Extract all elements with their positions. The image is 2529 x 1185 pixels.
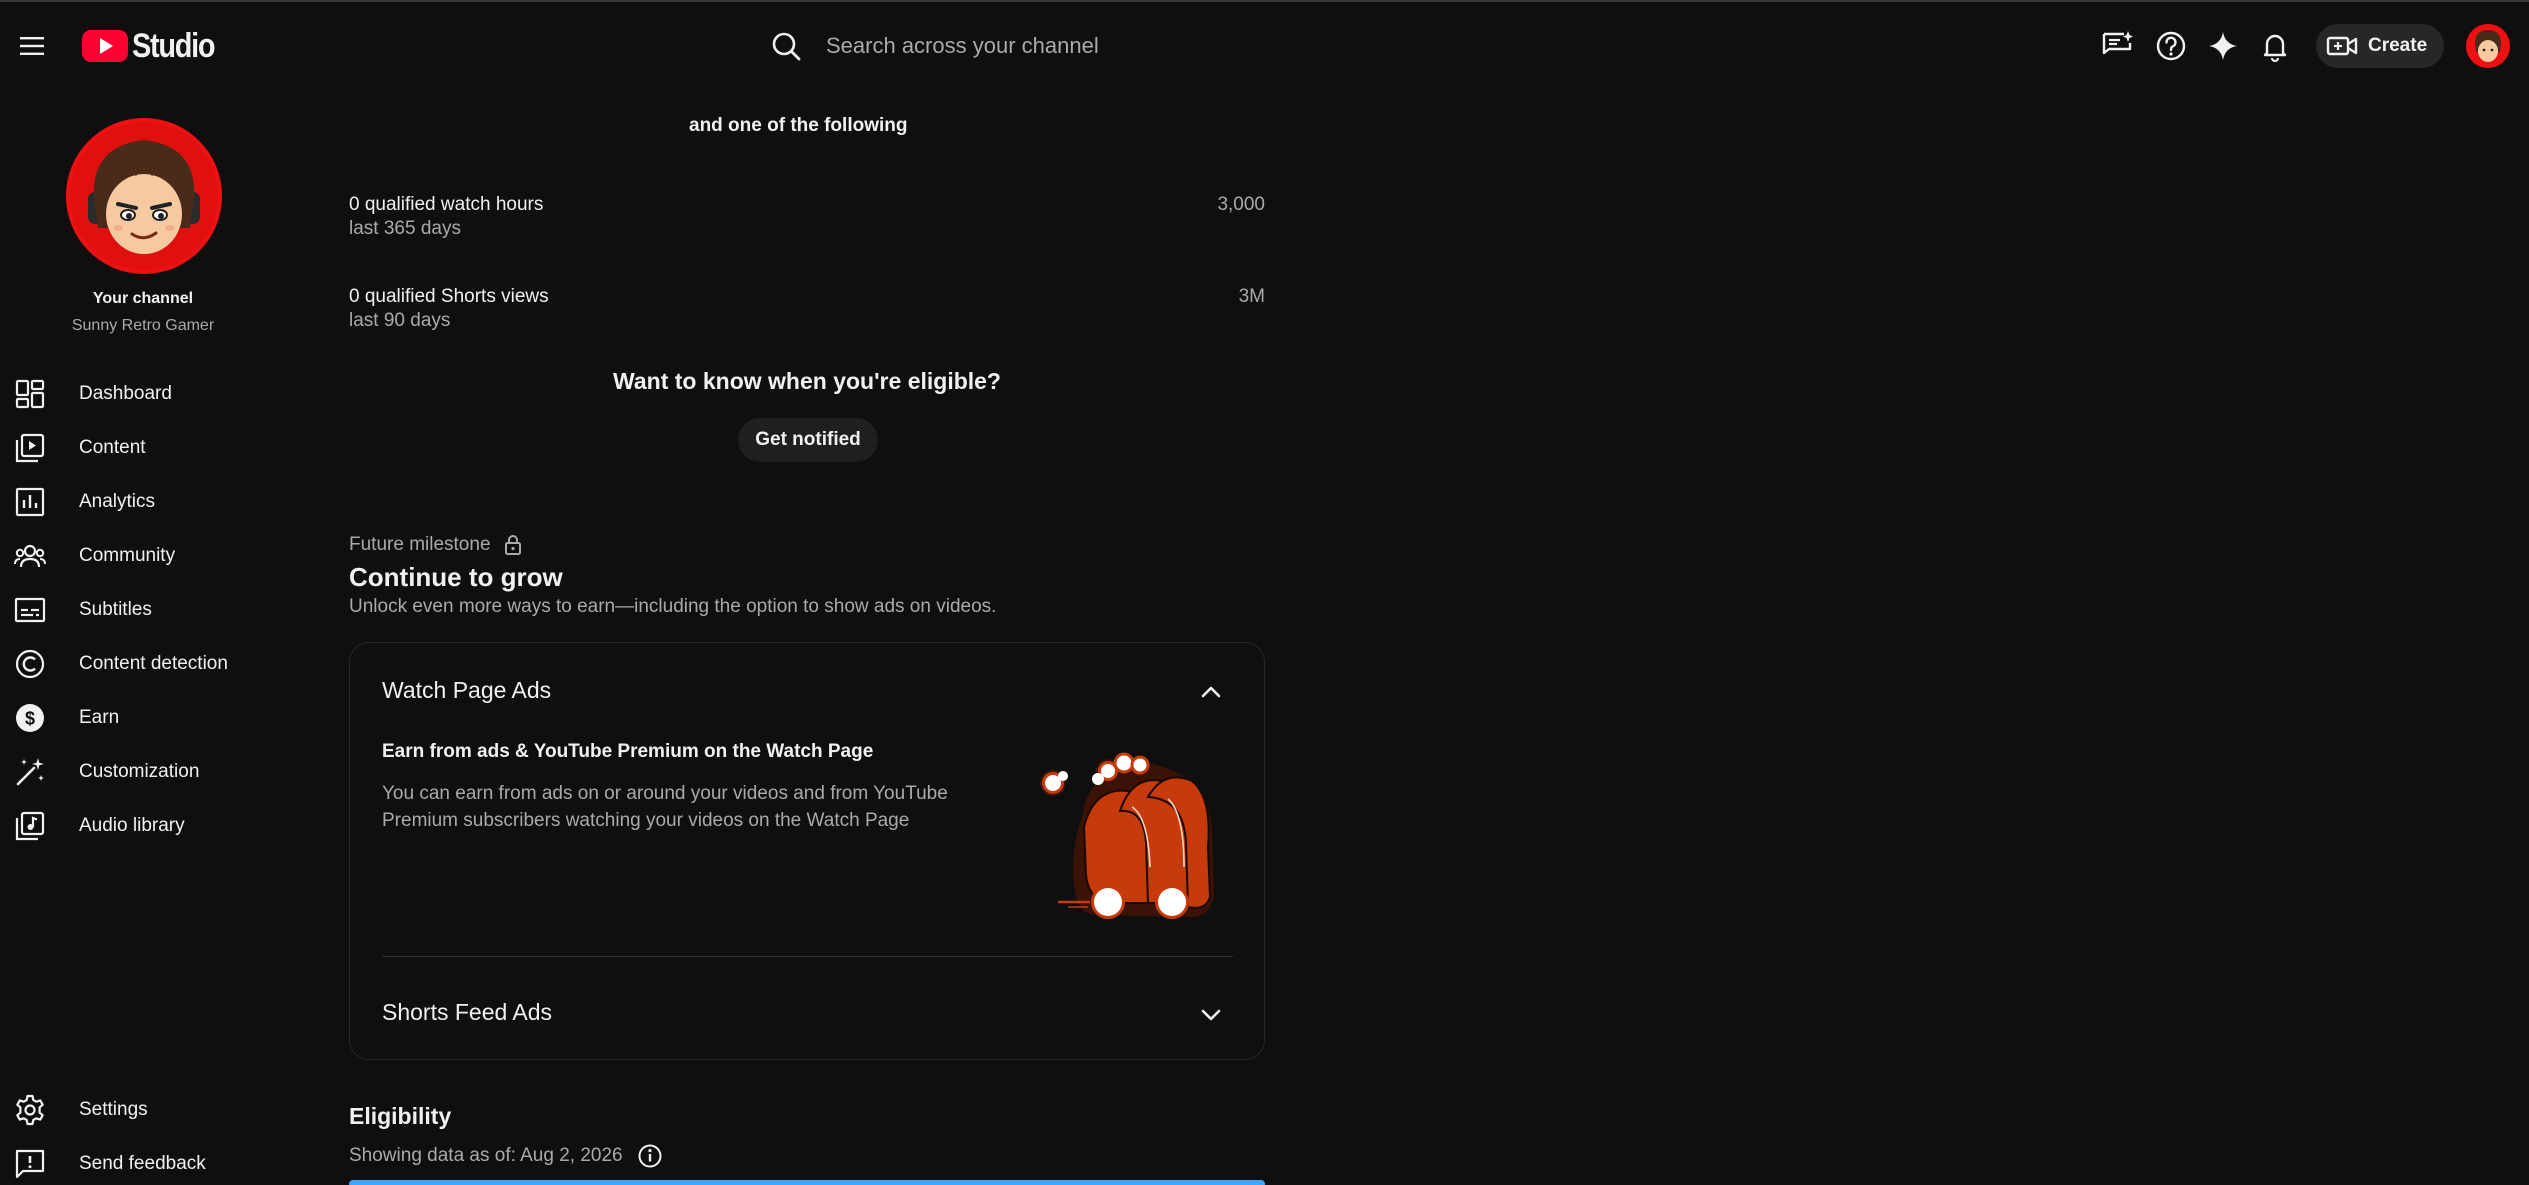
account-avatar[interactable] bbox=[2466, 24, 2510, 68]
dashboard-icon bbox=[15, 379, 45, 409]
sidebar-item-label: Content detection bbox=[79, 653, 228, 674]
top-header: Studio Search across your channel Create bbox=[0, 0, 2529, 88]
sidebar-item-settings[interactable]: Settings bbox=[0, 1083, 290, 1137]
requirement-shorts-views-target: 3M bbox=[1238, 286, 1265, 307]
community-icon bbox=[14, 544, 46, 568]
clipped-text-fragment bbox=[349, 86, 1265, 92]
lock-icon bbox=[504, 535, 521, 555]
sidebar-item-audio-library[interactable]: Audio library bbox=[0, 799, 290, 853]
requirement-shorts-views-period: last 90 days bbox=[349, 310, 451, 331]
watch-page-ads-desc-line1: You can earn from ads on or around your … bbox=[382, 783, 948, 804]
sidebar-item-earn[interactable]: $ Earn bbox=[0, 691, 290, 745]
sidebar-item-label: Community bbox=[79, 545, 176, 566]
milestone-title: Continue to grow bbox=[349, 562, 563, 592]
requirements-connector: and one of the following bbox=[689, 115, 908, 136]
search-input[interactable] bbox=[826, 33, 1426, 59]
watch-page-ads-illustration bbox=[1028, 747, 1228, 925]
sidebar: Your channel Sunny Retro Gamer Dashboard… bbox=[0, 88, 290, 1185]
sidebar-item-analytics[interactable]: Analytics bbox=[0, 475, 290, 529]
feedback-chat-icon[interactable] bbox=[2099, 28, 2135, 64]
sidebar-item-community[interactable]: Community bbox=[0, 529, 290, 583]
sidebar-item-label: Customization bbox=[79, 761, 200, 782]
gear-icon bbox=[16, 1094, 44, 1126]
watch-page-ads-subtitle: Earn from ads & YouTube Premium on the W… bbox=[382, 741, 874, 762]
accordion-divider bbox=[382, 956, 1233, 957]
sidebar-item-label: Audio library bbox=[79, 815, 185, 836]
sidebar-item-label: Earn bbox=[79, 707, 120, 728]
main-content: and one of the following 0 qualified wat… bbox=[349, 88, 1265, 1185]
sidebar-item-label: Subtitles bbox=[79, 599, 152, 620]
youtube-play-icon bbox=[82, 30, 128, 62]
create-label: Create bbox=[2368, 35, 2428, 56]
content-icon bbox=[15, 433, 45, 463]
channel-avatar[interactable] bbox=[66, 118, 222, 274]
svg-text:$: $ bbox=[25, 709, 35, 729]
chevron-up-icon[interactable] bbox=[1196, 677, 1226, 707]
get-notified-button[interactable]: Get notified bbox=[738, 418, 878, 462]
future-milestone-label: Future milestone bbox=[349, 534, 491, 555]
audio-library-icon bbox=[15, 811, 45, 841]
eligible-prompt: Want to know when you're eligible? bbox=[613, 368, 1001, 394]
sidebar-item-label: Settings bbox=[79, 1099, 148, 1120]
analytics-icon bbox=[15, 487, 45, 517]
create-video-icon bbox=[2326, 36, 2358, 56]
info-icon[interactable] bbox=[637, 1143, 663, 1169]
copyright-icon bbox=[15, 649, 45, 679]
watch-page-ads-title[interactable]: Watch Page Ads bbox=[382, 677, 551, 704]
ads-accordion-card: Watch Page Ads Earn from ads & YouTube P… bbox=[349, 642, 1265, 1060]
sidebar-item-label: Send feedback bbox=[79, 1153, 206, 1174]
magic-wand-icon bbox=[16, 758, 44, 786]
sidebar-item-dashboard[interactable]: Dashboard bbox=[0, 367, 290, 421]
requirement-watch-hours-period: last 365 days bbox=[349, 218, 461, 239]
sidebar-item-content[interactable]: Content bbox=[0, 421, 290, 475]
create-button[interactable]: Create bbox=[2316, 24, 2444, 68]
subtitles-icon bbox=[14, 597, 46, 623]
help-icon[interactable] bbox=[2153, 28, 2189, 64]
sidebar-item-label: Dashboard bbox=[79, 383, 172, 404]
future-milestone-row: Future milestone bbox=[349, 534, 523, 556]
eligibility-title: Eligibility bbox=[349, 1103, 452, 1129]
sidebar-item-send-feedback[interactable]: Send feedback bbox=[0, 1137, 290, 1185]
watch-page-ads-desc-line2: Premium subscribers watching your videos… bbox=[382, 810, 910, 831]
feedback-icon bbox=[15, 1149, 45, 1179]
sidebar-item-content-detection[interactable]: Content detection bbox=[0, 637, 290, 691]
milestone-description: Unlock even more ways to earn—including … bbox=[349, 596, 997, 617]
requirement-shorts-views-label: 0 qualified Shorts views bbox=[349, 286, 549, 307]
requirement-watch-hours-label: 0 qualified watch hours bbox=[349, 194, 544, 215]
hamburger-menu-icon[interactable] bbox=[14, 28, 50, 64]
sidebar-item-customization[interactable]: Customization bbox=[0, 745, 290, 799]
channel-name: Sunny Retro Gamer bbox=[71, 317, 215, 334]
eligibility-data-row: Showing data as of: Aug 2, 2026 bbox=[349, 1143, 663, 1169]
notifications-bell-icon[interactable] bbox=[2257, 28, 2293, 64]
eligibility-data-as-of: Showing data as of: Aug 2, 2026 bbox=[349, 1145, 623, 1166]
app-name: Studio bbox=[132, 26, 216, 65]
channel-title: Your channel bbox=[92, 290, 194, 307]
shorts-feed-ads-title[interactable]: Shorts Feed Ads bbox=[382, 999, 552, 1026]
sparkle-ai-icon[interactable] bbox=[2205, 28, 2241, 64]
sidebar-item-label: Content bbox=[79, 437, 146, 458]
requirement-watch-hours-target: 3,000 bbox=[1217, 194, 1265, 215]
studio-logo[interactable]: Studio bbox=[82, 26, 229, 66]
dollar-icon: $ bbox=[16, 704, 44, 732]
sidebar-item-label: Analytics bbox=[79, 491, 156, 512]
eligibility-progress-bar bbox=[349, 1180, 1265, 1185]
sidebar-item-subtitles[interactable]: Subtitles bbox=[0, 583, 290, 637]
search-bar[interactable] bbox=[768, 26, 1468, 66]
chevron-down-icon[interactable] bbox=[1196, 1000, 1226, 1030]
search-icon[interactable] bbox=[768, 28, 804, 64]
